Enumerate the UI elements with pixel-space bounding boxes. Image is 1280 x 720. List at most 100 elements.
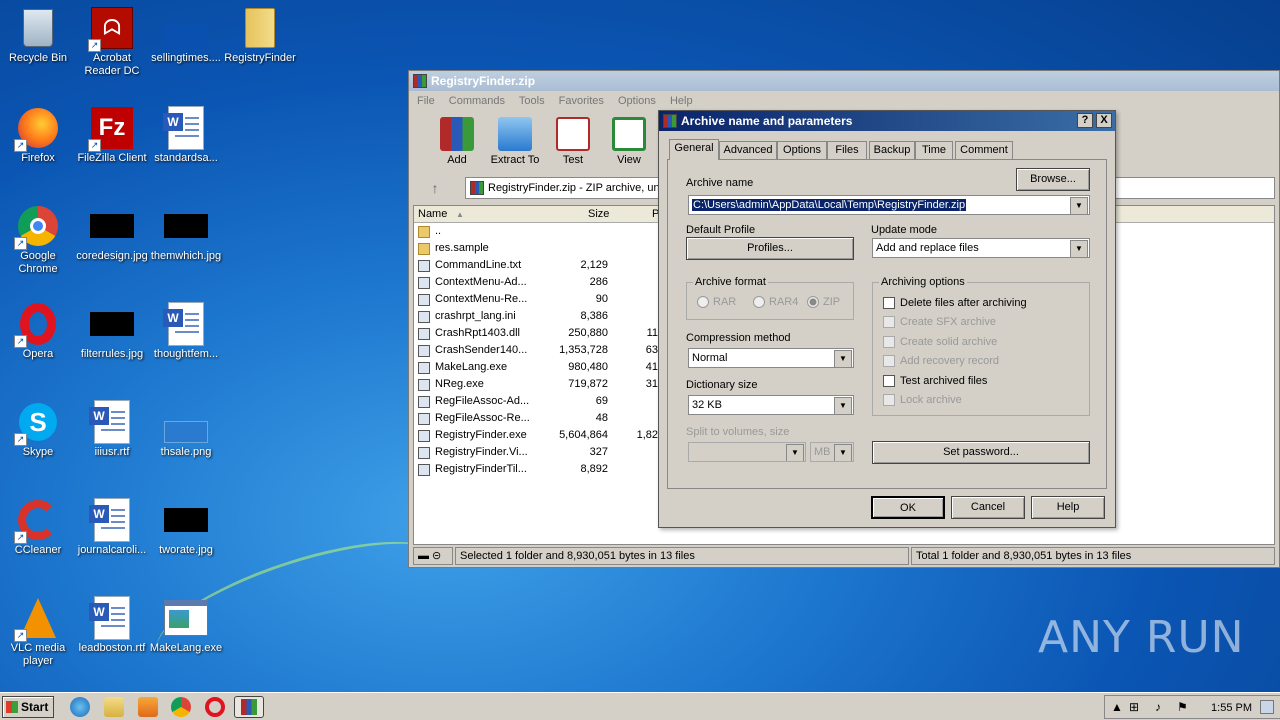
test-button[interactable]: Test <box>543 113 603 166</box>
desktop-icon-label: filterrules.jpg <box>80 348 144 360</box>
file-icon <box>418 345 430 357</box>
browse-button[interactable]: Browse... <box>1016 168 1090 191</box>
help-question-button[interactable]: ? <box>1077 113 1093 128</box>
desktop-icon-ccleaner[interactable]: ↗ CCleaner <box>0 498 76 557</box>
show-desktop-icon[interactable] <box>1260 700 1274 714</box>
file-size: 250,880 <box>568 327 608 339</box>
test-archived-label: Test archived files <box>900 375 988 387</box>
radio-rar[interactable] <box>697 296 709 308</box>
compression-method-select[interactable]: Normal <box>688 348 854 368</box>
archive-name-combo[interactable]: C:\Users\admin\AppData\Local\Temp\Regist… <box>688 195 1090 215</box>
tab-files[interactable]: Files <box>827 141 867 159</box>
tab-comment[interactable]: Comment <box>955 141 1013 159</box>
winrar-icon <box>470 181 484 195</box>
ok-button[interactable]: OK <box>871 496 945 519</box>
desktop-icon-acrobat[interactable]: ᗣ ↗ Acrobat Reader DC <box>74 6 150 78</box>
add-button[interactable]: Add <box>427 113 487 166</box>
extract-folder-icon <box>498 117 532 151</box>
network-icon[interactable]: ⊞ <box>1129 700 1139 714</box>
radio-rar4[interactable] <box>753 296 765 308</box>
set-password-button[interactable]: Set password... <box>872 441 1090 464</box>
tab-time[interactable]: Time <box>915 141 953 159</box>
view-button[interactable]: View <box>599 113 659 166</box>
show-hidden-icons-icon[interactable]: ▲ <box>1111 700 1123 714</box>
delete-files-checkbox[interactable] <box>883 297 895 309</box>
menu-favorites[interactable]: Favorites <box>559 95 604 107</box>
tab-options[interactable]: Options <box>777 141 827 159</box>
column-name[interactable]: Name <box>418 208 447 220</box>
desktop-icon-sellingtimes[interactable]: sellingtimes.... <box>148 6 224 65</box>
add-label: Add <box>447 154 467 166</box>
winrar-task-button[interactable] <box>234 696 264 718</box>
tab-advanced[interactable]: Advanced <box>719 141 777 159</box>
desktop-icon-label: CCleaner <box>14 544 62 556</box>
opera-icon[interactable] <box>205 697 225 717</box>
desktop-icon-thoughtfem[interactable]: W thoughtfem... <box>148 302 224 361</box>
split-unit-select[interactable]: MB <box>810 442 854 462</box>
desktop-icon-firefox[interactable]: ↗ Firefox <box>0 106 76 165</box>
file-name: CrashSender140... <box>435 344 528 356</box>
file-explorer-icon[interactable] <box>104 697 124 717</box>
split-volumes-combo[interactable] <box>688 442 806 462</box>
desktop-icon-coredesign[interactable]: coredesign.jpg <box>74 204 150 263</box>
menu-options[interactable]: Options <box>618 95 656 107</box>
menu-help[interactable]: Help <box>670 95 693 107</box>
desktop-icon-iiiusr[interactable]: W iiiusr.rtf <box>74 400 150 459</box>
chrome-icon[interactable] <box>171 697 191 717</box>
menu-file[interactable]: File <box>417 95 435 107</box>
cancel-button[interactable]: Cancel <box>951 496 1025 519</box>
start-button[interactable]: Start <box>2 696 54 718</box>
extract-to-button[interactable]: Extract To <box>485 113 545 166</box>
word-document-icon: W <box>163 106 208 150</box>
desktop-icon-leadboston[interactable]: W leadboston.rtf <box>74 596 150 655</box>
internet-explorer-icon[interactable] <box>70 697 90 717</box>
lock-archive-checkbox[interactable] <box>883 394 895 406</box>
desktop-icon-skype[interactable]: S ↗ Skype <box>0 400 76 459</box>
media-player-icon[interactable] <box>138 697 158 717</box>
desktop-icon-journalcaroli[interactable]: W journalcaroli... <box>74 498 150 557</box>
up-arrow-icon[interactable]: ↑ <box>417 178 453 198</box>
desktop-icon-makelang[interactable]: MakeLang.exe <box>148 596 224 655</box>
desktop-icon-filezilla[interactable]: Fz ↗ FileZilla Client <box>74 106 150 165</box>
drive-icon[interactable]: ▬ ⊝ <box>413 547 453 565</box>
desktop-icon-label: thoughtfem... <box>153 348 219 360</box>
help-button[interactable]: Help <box>1031 496 1105 519</box>
desktop-icon-registryfinder-folder[interactable]: RegistryFinder <box>222 6 298 65</box>
desktop-icon-opera[interactable]: ↗ Opera <box>0 302 76 361</box>
desktop-icon-chrome[interactable]: ↗ Google Chrome <box>0 204 76 276</box>
action-center-flag-icon[interactable]: ⚑ <box>1177 700 1188 714</box>
column-size[interactable]: Size <box>588 208 609 220</box>
word-document-icon: W <box>163 302 208 346</box>
file-name: CrashRpt1403.dll <box>435 327 520 339</box>
desktop-icon-standardsa[interactable]: W standardsa... <box>148 106 224 165</box>
desktop-icon-tworate[interactable]: tworate.jpg <box>148 498 224 557</box>
radio-zip[interactable] <box>807 296 819 308</box>
desktop-icon-recycle-bin[interactable]: Recycle Bin <box>0 6 76 65</box>
file-name: RegFileAssoc-Ad... <box>435 395 530 407</box>
desktop-icon-filterrules[interactable]: filterrules.jpg <box>74 302 150 361</box>
clock[interactable]: 1:55 PM <box>1211 702 1252 714</box>
desktop-icon-thsale[interactable]: thsale.png <box>148 400 224 459</box>
volume-icon[interactable]: ♪ <box>1155 700 1161 714</box>
tab-general[interactable]: General <box>669 139 719 160</box>
menu-commands[interactable]: Commands <box>449 95 505 107</box>
menu-tools[interactable]: Tools <box>519 95 545 107</box>
test-archived-checkbox[interactable] <box>883 375 895 387</box>
winrar-titlebar[interactable]: RegistryFinder.zip <box>409 71 1279 91</box>
dictionary-size-select[interactable]: 32 KB <box>688 395 854 415</box>
update-mode-select[interactable]: Add and replace files <box>872 238 1090 258</box>
desktop-icon-themwhich[interactable]: themwhich.jpg <box>148 204 224 263</box>
add-recovery-checkbox[interactable] <box>883 355 895 367</box>
dialog-titlebar[interactable]: Archive name and parameters ? X <box>659 111 1115 131</box>
profiles-button[interactable]: Profiles... <box>686 237 854 260</box>
update-mode-label: Update mode <box>871 224 938 236</box>
status-bar: ▬ ⊝ Selected 1 folder and 8,930,051 byte… <box>413 547 1275 565</box>
create-sfx-checkbox[interactable] <box>883 316 895 328</box>
close-button[interactable]: X <box>1096 113 1112 128</box>
image-thumbnail-icon <box>90 302 134 346</box>
desktop-icon-vlc[interactable]: ↗ VLC media player <box>0 596 76 668</box>
tab-backup[interactable]: Backup <box>869 141 915 159</box>
add-archive-icon <box>440 117 474 151</box>
filezilla-icon: Fz ↗ <box>88 106 134 152</box>
create-solid-checkbox[interactable] <box>883 336 895 348</box>
